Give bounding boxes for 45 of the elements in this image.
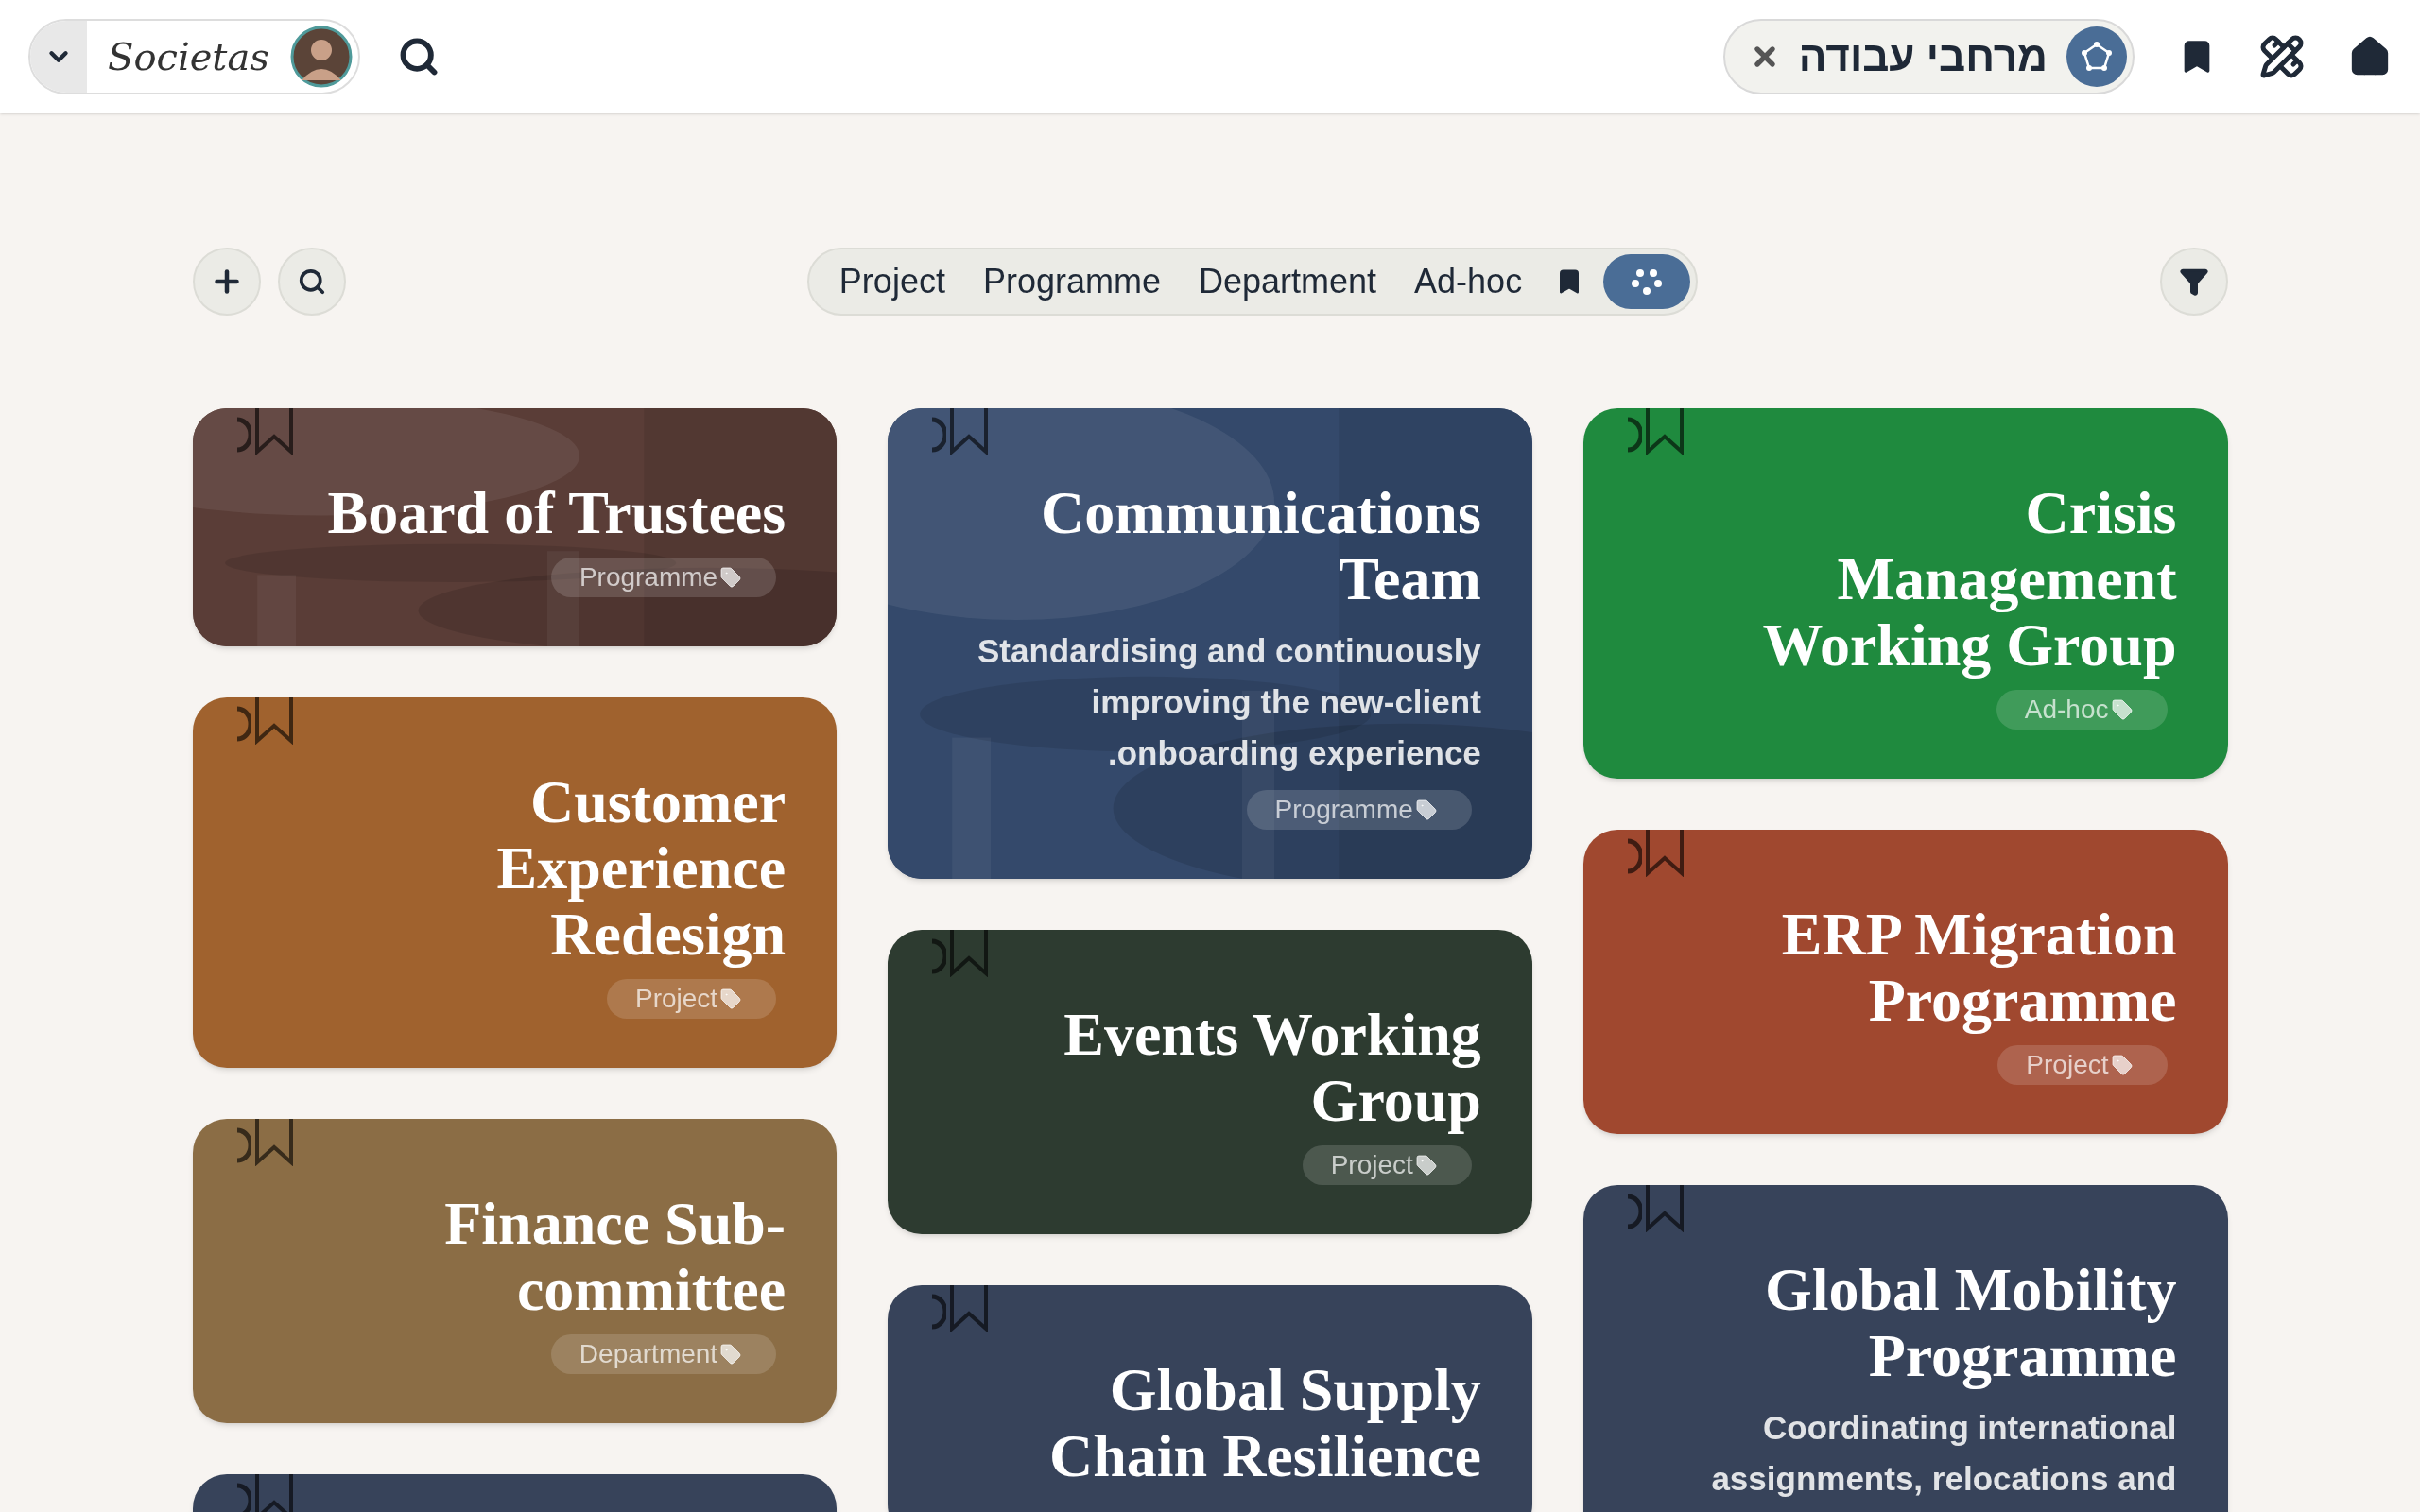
- tag-icon: [2110, 698, 2134, 721]
- tag-icon: [1414, 799, 1438, 821]
- tag-pill[interactable]: Programme: [1246, 790, 1472, 830]
- workspace-chip[interactable]: מרחבי עבודה: [1722, 19, 2135, 94]
- moon-icon: [929, 416, 947, 454]
- tag-pill[interactable]: Project: [1302, 1145, 1472, 1185]
- account-switcher[interactable]: Societas: [28, 19, 360, 94]
- group-card[interactable]: Communications Team Standardising and continuously improving the new-client onboarding experience. Programme: [888, 408, 1532, 879]
- moon-icon: [929, 1293, 947, 1331]
- group-card[interactable]: Global Supply Chain Resilience: [888, 1285, 1532, 1512]
- tag-icon: [1414, 1154, 1438, 1177]
- filter-tab[interactable]: Ad-hoc: [1395, 254, 1542, 309]
- card-title: Crisis Management Working Group: [1761, 480, 2177, 679]
- group-card[interactable]: Global Mobility Programme Coordinating international assignments, relocations and: [1582, 1185, 2228, 1512]
- moon-icon: [929, 937, 947, 975]
- card-title: Global Supply Chain Resilience: [1047, 1357, 1481, 1489]
- card-title: ERP Migration Programme: [1780, 902, 2177, 1034]
- avatar[interactable]: [289, 26, 353, 88]
- group-card[interactable]: Events Working Group Project: [888, 930, 1532, 1234]
- filter-tab[interactable]: Department: [1179, 254, 1396, 309]
- filter-tab[interactable]: Project: [820, 254, 964, 309]
- workspace-icon: [2066, 26, 2127, 87]
- card-title: Global Mobility Programme: [1763, 1257, 2177, 1389]
- card-title: Finance Sub-committee: [443, 1191, 786, 1323]
- filter-tab[interactable]: Programme: [963, 254, 1180, 309]
- card-description: Standardising and continuously improving the new-client onboarding experience.: [977, 631, 1481, 773]
- tag-pill[interactable]: Programme: [550, 558, 777, 597]
- card-title: Communications Team: [1040, 480, 1481, 612]
- card-description: Coordinating international assignments, relocations and: [1710, 1408, 2177, 1499]
- tag-icon: [2110, 1054, 2134, 1076]
- group-card[interactable]: Board of Trustees Programme: [192, 408, 838, 646]
- pencil-ruler-icon[interactable]: [2259, 34, 2305, 79]
- tag-icon: [719, 1343, 743, 1366]
- dropdown-button[interactable]: [30, 21, 87, 93]
- tag-icon: [719, 566, 743, 589]
- card-title: Events Working Group: [1063, 1002, 1481, 1134]
- tag-icon: [719, 988, 743, 1010]
- logo: Societas: [107, 34, 270, 80]
- card-title: Board of Trustees: [327, 480, 786, 546]
- workspace-label: מרחבי עבודה: [1798, 32, 2048, 81]
- search-icon: [297, 267, 326, 296]
- all-filter-button[interactable]: [1603, 254, 1691, 309]
- card-title: Customer Experience Redesign: [495, 769, 786, 968]
- dots-icon: [1631, 267, 1664, 296]
- filter-icon: [2178, 266, 2209, 297]
